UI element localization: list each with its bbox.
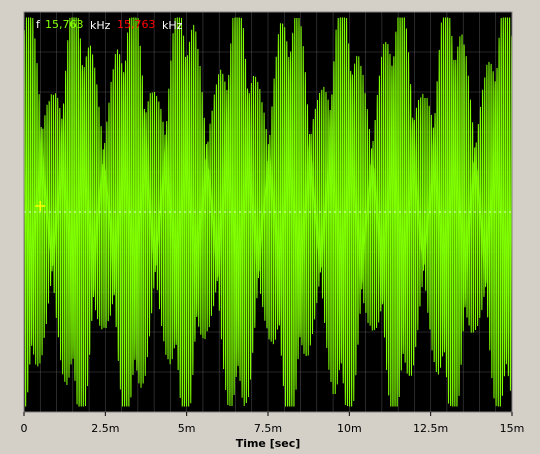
readout-unit-2: kHz [162,19,183,32]
readout-value-red: 15,763 [117,18,156,31]
x-tick-label: 7.5m [254,422,282,435]
x-tick-label: 5m [178,422,196,435]
readout-value-green: 15,763 [45,18,84,31]
x-tick-label: 10m [337,422,362,435]
x-tick-label: 15m [500,422,525,435]
x-tick-label: 0 [21,422,28,435]
x-tick-label: 12.5m [413,422,448,435]
x-tick-label: 2.5m [91,422,119,435]
readout-unit-1: kHz [90,19,111,32]
x-axis-title: Time [sec] [236,437,301,450]
oscilloscope-chart: 0 2.5m 5m 7.5m 10m 12.5m 15m Time [sec] f 15,7… [0,0,540,454]
